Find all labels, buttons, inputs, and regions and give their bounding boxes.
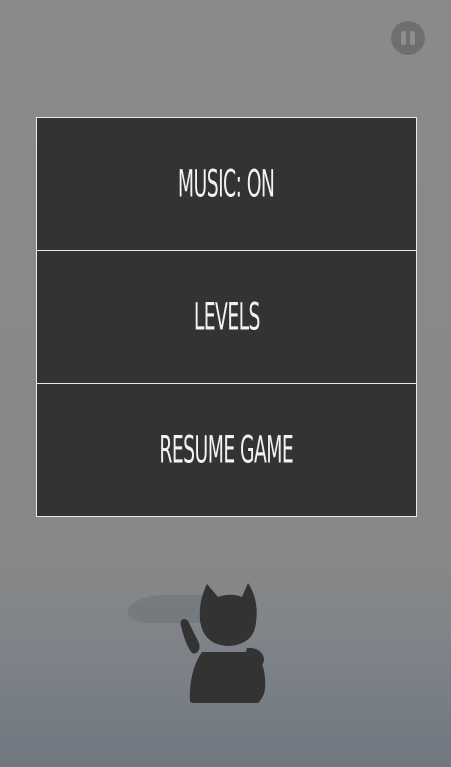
pause-icon-bar-left: [401, 31, 406, 45]
pause-icon-bar-right: [410, 31, 415, 45]
resume-game-button[interactable]: RESUME GAME: [37, 384, 416, 516]
pause-menu: MUSIC: ON LEVELS RESUME GAME: [36, 117, 417, 517]
levels-button[interactable]: LEVELS: [37, 251, 416, 383]
music-toggle-label: MUSIC: ON: [178, 162, 275, 206]
levels-label: LEVELS: [193, 295, 261, 339]
pause-button[interactable]: [391, 21, 425, 55]
resume-game-label: RESUME GAME: [159, 428, 294, 472]
music-toggle-button[interactable]: MUSIC: ON: [37, 118, 416, 250]
lucky-cat-silhouette: [180, 583, 266, 703]
game-scene: [180, 583, 266, 703]
